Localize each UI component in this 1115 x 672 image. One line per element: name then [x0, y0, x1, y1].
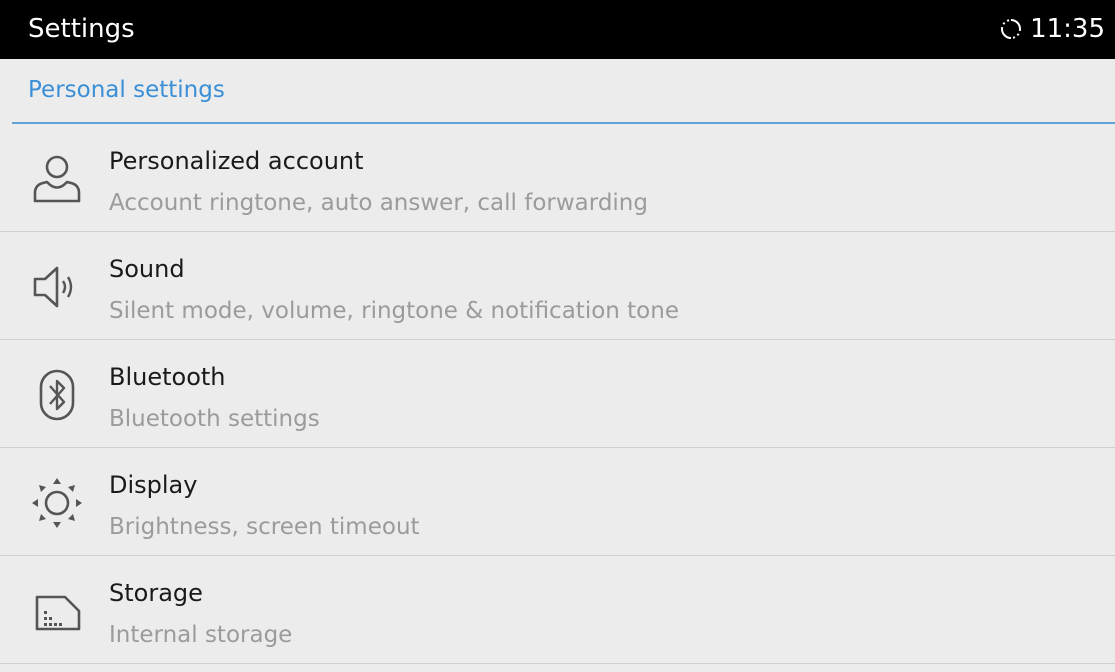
item-title: Storage: [109, 579, 203, 607]
item-title: Bluetooth: [109, 363, 226, 391]
sync-icon: [1001, 19, 1022, 39]
account-icon: [26, 148, 88, 210]
section-header: Personal settings: [0, 59, 1115, 124]
settings-item-display[interactable]: Display Brightness, screen timeout: [0, 448, 1115, 556]
settings-list: Personalized account Account ringtone, a…: [0, 124, 1115, 664]
bluetooth-icon: [26, 364, 88, 426]
item-title: Personalized account: [109, 147, 364, 175]
app-title: Settings: [28, 14, 135, 44]
sd-card-icon: [26, 580, 88, 642]
speaker-icon: [26, 256, 88, 318]
item-subtitle: Brightness, screen timeout: [109, 514, 420, 540]
settings-item-personalized-account[interactable]: Personalized account Account ringtone, a…: [0, 124, 1115, 232]
settings-item-storage[interactable]: Storage Internal storage: [0, 556, 1115, 664]
settings-item-sound[interactable]: Sound Silent mode, volume, ringtone & no…: [0, 232, 1115, 340]
status-right: 11:35: [998, 13, 1105, 45]
item-subtitle: Internal storage: [109, 622, 293, 648]
item-title: Sound: [109, 255, 185, 283]
item-subtitle: Silent mode, volume, ringtone & notifica…: [109, 298, 679, 324]
item-subtitle: Account ringtone, auto answer, call forw…: [109, 190, 648, 216]
item-title: Display: [109, 471, 198, 499]
settings-item-bluetooth[interactable]: Bluetooth Bluetooth settings: [0, 340, 1115, 448]
status-bar: Settings 11:35: [0, 0, 1115, 59]
item-subtitle: Bluetooth settings: [109, 406, 320, 432]
clock: 11:35: [1030, 14, 1105, 44]
brightness-icon: [26, 472, 88, 534]
section-title: Personal settings: [28, 77, 225, 103]
